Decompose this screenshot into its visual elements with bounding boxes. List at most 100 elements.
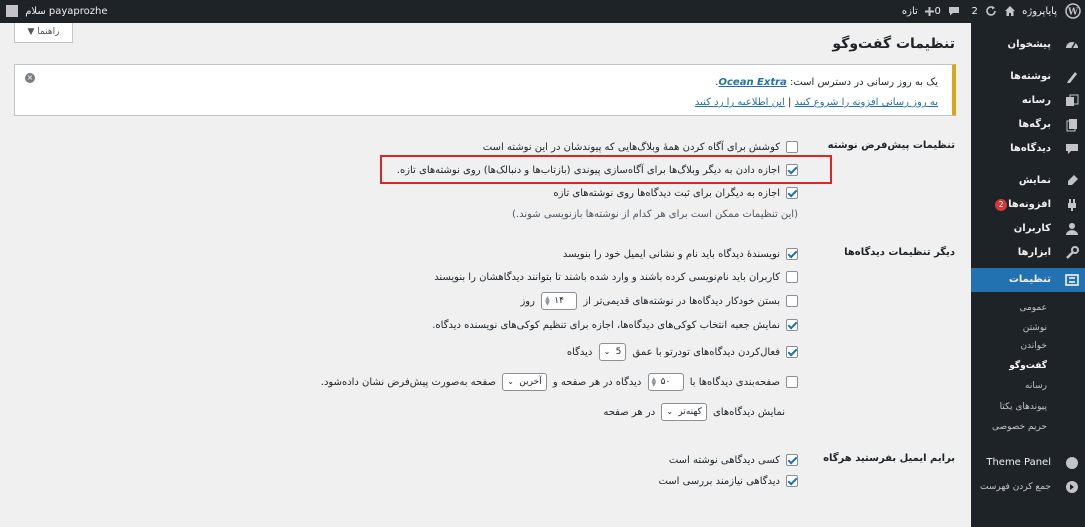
plugin-name-link[interactable]: Ocean Extra: [718, 77, 786, 88]
pingback-notify-checkbox[interactable]: [786, 141, 798, 153]
email-on-comment-checkbox[interactable]: [786, 454, 798, 466]
sidebar-item-label: Theme Panel: [986, 457, 1051, 468]
avatar: [6, 5, 18, 17]
sidebar-item-media[interactable]: رسانه: [971, 89, 1085, 113]
wordpress-logo-icon[interactable]: W: [1065, 0, 1081, 23]
submenu-reading[interactable]: خواندن: [971, 336, 1085, 356]
default-comments-page-text: صفحه به‌صورت پیش‌فرض نشان داده‌شود.: [320, 377, 497, 388]
close-comments-days-value: ۱۴: [554, 296, 564, 306]
thread-depth-select[interactable]: 5 ⌄: [598, 343, 627, 361]
registration-required-label: کاربران باید نام‌نویسی کرده باشند و وارد…: [434, 272, 780, 283]
thread-depth-value: 5: [615, 347, 622, 357]
threaded-comments-label: فعال‌کردن دیدگاه‌های تودرتو با عمق: [632, 347, 781, 358]
email-on-moderation-label: دیدگاهی نیازمند بررسی است: [658, 476, 780, 487]
notice-actions: به روز رسانی افزونه را شروع کنید | این ا…: [695, 97, 938, 108]
sidebar-item-comments[interactable]: دیدگاه‌ها: [971, 137, 1085, 161]
threaded-comments-checkbox[interactable]: [786, 346, 798, 358]
settings-icon: [1065, 274, 1079, 286]
site-name-link[interactable]: پایاپروژه: [1004, 0, 1057, 23]
require-name-email-row[interactable]: نویسندهٔ دیدگاه باید نام و نشانی ایمیل خ…: [563, 247, 798, 263]
close-comments-row[interactable]: بستن خودکار دیدگاه‌ها در نوشته‌های قدیمی…: [520, 292, 798, 310]
email-on-moderation-row[interactable]: دیدگاهی نیازمند بررسی است: [658, 474, 798, 490]
sidebar-item-plugins[interactable]: افزونه‌ها 2: [971, 193, 1085, 217]
new-label: تازه: [901, 6, 918, 17]
collapse-label: جمع کردن فهرست: [980, 482, 1051, 492]
cookies-opt-in-row[interactable]: نمایش جعبه انتخاب کوکی‌های دیدگاه‌ها، اج…: [432, 318, 798, 334]
comments-count: 0: [934, 6, 941, 17]
appearance-icon: [1068, 175, 1078, 185]
sidebar-item-label: افزونه‌ها: [1008, 199, 1051, 210]
notice-separator: |: [784, 97, 795, 108]
threaded-comments-row[interactable]: فعال‌کردن دیدگاه‌های تودرتو با عمق 5 ⌄ دی…: [566, 343, 798, 361]
sidebar-item-posts[interactable]: نوشته‌ها: [971, 65, 1085, 89]
submenu-permalinks[interactable]: پیوندهای یکتا: [971, 397, 1085, 417]
default-post-settings-heading: تنظیمات پیش‌فرض نوشته: [827, 140, 955, 151]
admin-sidebar: پیشخوان نوشته‌ها رسانه برگه‌ها دیدگاه‌ها…: [965, 23, 1085, 527]
allow-comments-checkbox[interactable]: [786, 187, 798, 199]
admin-bar: W پایاپروژه 2 0 تازه سلام payaprozhe: [0, 0, 1085, 23]
sidebar-item-users[interactable]: کاربران: [971, 217, 1085, 241]
spinner-arrows-icon[interactable]: ▲ ▼: [545, 296, 550, 307]
plugins-update-badge: 2: [995, 199, 1007, 211]
email-on-comment-row[interactable]: کسی دیدگاهی نوشته است: [669, 453, 798, 469]
new-content-link[interactable]: تازه: [902, 0, 935, 23]
submenu-discussion[interactable]: گفت‌وگو: [971, 356, 1085, 376]
dismiss-notice-icon[interactable]: ×: [25, 73, 35, 83]
sidebar-item-settings[interactable]: تنظیمات: [965, 268, 1085, 292]
page-title: تنظیمات گفت‌وگو: [832, 36, 955, 52]
chevron-down-icon: ⌄: [603, 347, 611, 356]
cookies-opt-in-checkbox[interactable]: [786, 319, 798, 331]
email-on-moderation-checkbox[interactable]: [786, 475, 798, 487]
paginate-comments-checkbox[interactable]: [786, 376, 798, 388]
comments-link[interactable]: 0: [934, 0, 960, 23]
comment-order-select[interactable]: کهنه‌تر ⌄: [661, 403, 707, 421]
email-on-comment-label: کسی دیدگاهی نوشته است: [668, 455, 780, 466]
dashboard-icon: [1066, 42, 1078, 49]
chevron-down-icon: ▼: [27, 27, 35, 37]
require-name-email-checkbox[interactable]: [786, 248, 798, 260]
allow-comments-row[interactable]: اجازه به دیگران برای ثبت دیدگاه‌ها روی ن…: [553, 186, 798, 202]
sidebar-item-label: کاربران: [1013, 223, 1051, 234]
allow-comments-label: اجازه به دیگران برای ثبت دیدگاه‌ها روی ن…: [553, 188, 780, 199]
comments-per-page-text: دیدگاه در هر صفحه و: [552, 377, 642, 388]
close-comments-checkbox[interactable]: [786, 295, 798, 307]
paginate-comments-row[interactable]: صفحه‌بندی دیدگاه‌ها با ۵۰ ▲ ▼ دیدگاه در هر…: [320, 373, 798, 391]
sidebar-item-tools[interactable]: ابزارها: [971, 241, 1085, 265]
sidebar-item-dashboard[interactable]: پیشخوان: [971, 33, 1085, 57]
pingback-notify-row[interactable]: کوشش برای آگاه کردن همهٔ وبلاگ‌هایی که پ…: [483, 140, 798, 156]
users-icon: [1066, 223, 1078, 235]
comments-per-page-input[interactable]: ۵۰ ▲ ▼: [647, 373, 684, 391]
notice-text-prefix: یک به روز رسانی در دسترس است:: [786, 77, 938, 88]
submenu-media[interactable]: رسانه: [971, 376, 1085, 396]
registration-required-row[interactable]: کاربران باید نام‌نویسی کرده باشند و وارد…: [434, 270, 798, 286]
default-comments-page-select[interactable]: آخرین ⌄: [502, 373, 547, 391]
theme-panel-icon: [1066, 457, 1078, 469]
collapse-menu-button[interactable]: جمع کردن فهرست: [971, 475, 1085, 499]
submenu-writing[interactable]: نوشتن: [971, 318, 1085, 338]
close-comments-days-input[interactable]: ۱۴ ▲ ▼: [541, 292, 578, 310]
sidebar-item-pages[interactable]: برگه‌ها: [971, 113, 1085, 137]
updates-count: 2: [971, 6, 978, 17]
sidebar-item-label: نمایش: [1018, 175, 1051, 186]
updates-icon: [986, 6, 996, 16]
thread-depth-unit: دیدگاه: [566, 347, 593, 358]
comment-order-value: کهنه‌تر: [678, 407, 702, 417]
sidebar-item-label: نوشته‌ها: [1010, 71, 1051, 82]
pages-icon: [1066, 119, 1077, 132]
sidebar-item-appearance[interactable]: نمایش: [971, 169, 1085, 193]
updates-link[interactable]: 2: [971, 0, 997, 23]
dismiss-notice-link[interactable]: این اطلاعیه را رد کنید: [695, 97, 785, 108]
registration-required-checkbox[interactable]: [786, 271, 798, 283]
my-account-link[interactable]: سلام payaprozhe: [6, 0, 108, 23]
posts-icon: [1067, 72, 1077, 83]
update-notice: × یک به روز رسانی در دسترس است: Ocean Ex…: [14, 64, 956, 116]
help-tab-label: راهنما: [37, 27, 60, 37]
submenu-privacy[interactable]: حریم خصوصی: [971, 417, 1085, 437]
help-tab-button[interactable]: ▼ راهنما: [14, 23, 73, 43]
spinner-arrows-icon[interactable]: ▲ ▼: [652, 377, 657, 388]
sidebar-item-theme-panel[interactable]: Theme Panel: [971, 451, 1085, 475]
start-update-link[interactable]: به روز رسانی افزونه را شروع کنید: [795, 97, 938, 108]
paginate-comments-label: صفحه‌بندی دیدگاه‌ها با: [689, 377, 780, 388]
submenu-general[interactable]: عمومی: [971, 298, 1085, 318]
home-icon: [1004, 6, 1015, 16]
